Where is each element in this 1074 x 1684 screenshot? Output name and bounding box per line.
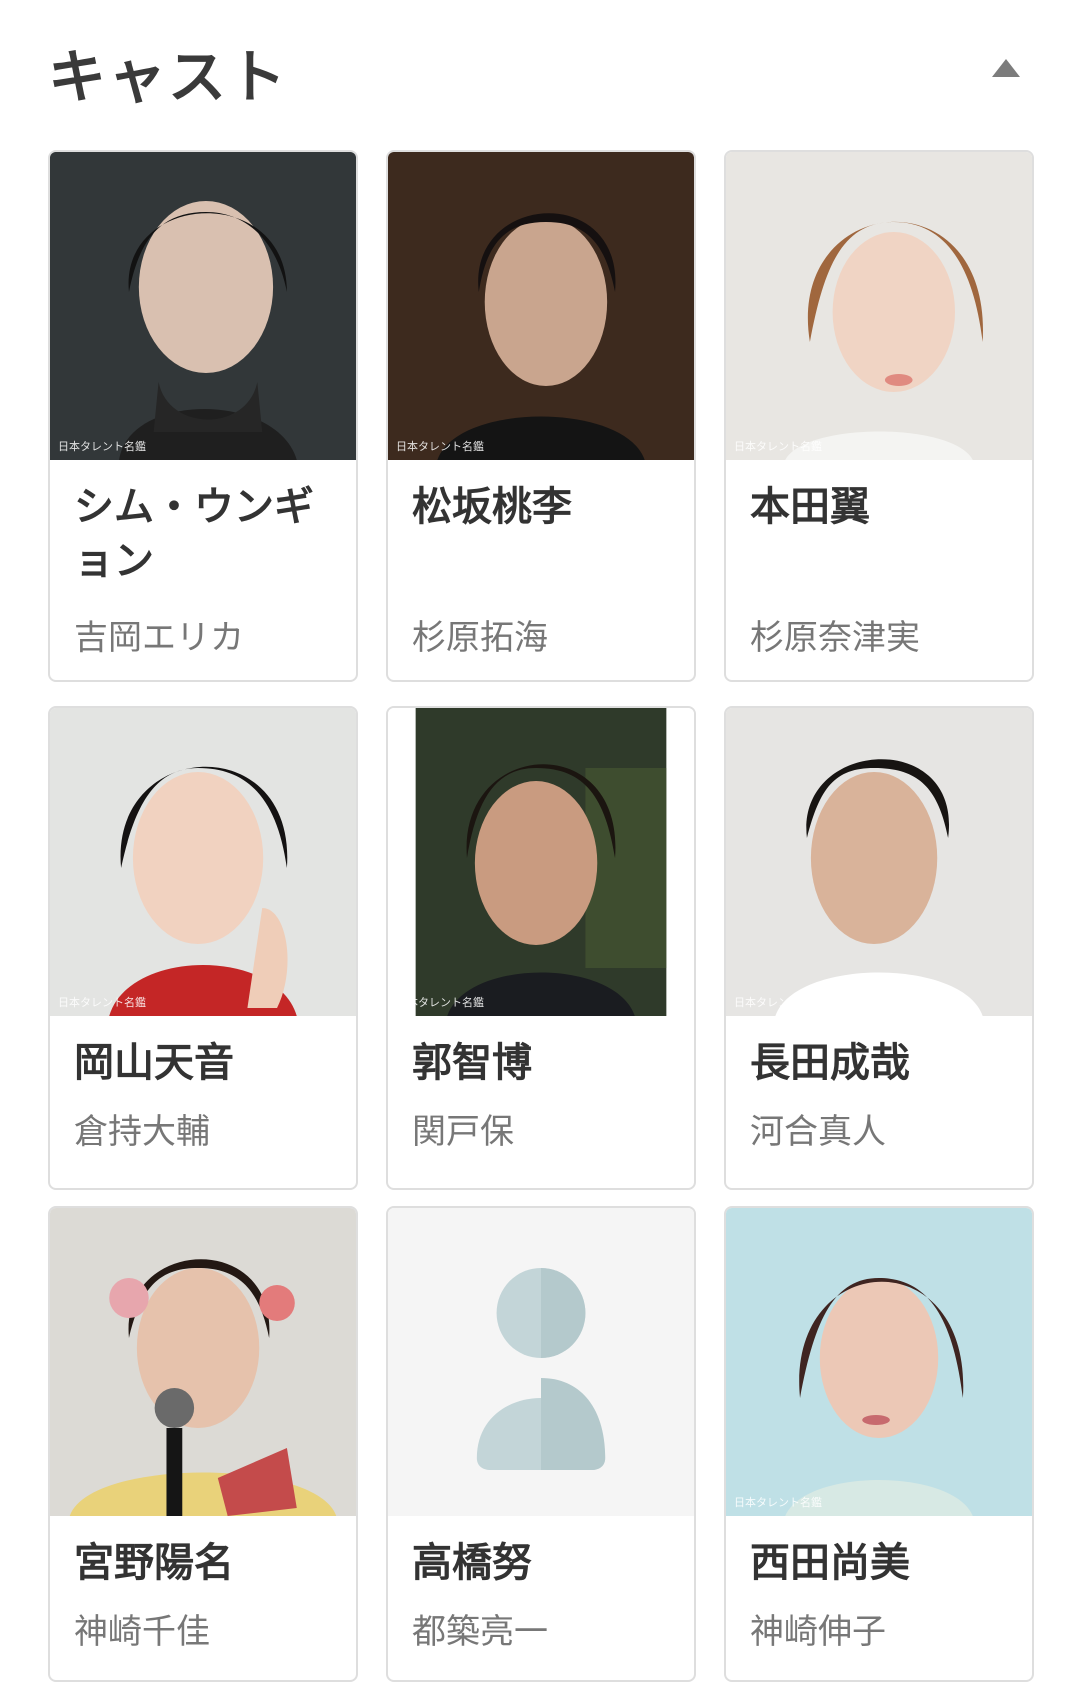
role-name: 神崎千佳 [74,1612,210,1652]
role-name: 倉持大輔 [74,1112,210,1152]
watermark: 日本タレント名鑑 [734,996,822,1009]
cast-card[interactable]: 日本タレント名鑑 長田成哉 河合真人 [724,706,1034,1190]
cast-photo: 日本タレント名鑑 [726,152,1032,460]
role-name: 関戸保 [412,1112,514,1152]
role-name: 河合真人 [750,1112,886,1152]
role-name: 神崎伸子 [750,1612,886,1652]
chevron-up-icon [992,59,1020,77]
collapse-button[interactable] [986,52,1026,84]
actor-name: 岡山天音 [74,1040,234,1086]
actor-name: 宮野陽名 [74,1540,234,1586]
cast-photo-placeholder [388,1208,694,1516]
actor-name: 西田尚美 [750,1540,910,1586]
cast-photo: 日本タレント名鑑 [388,708,694,1016]
actor-name: 高橋努 [412,1540,532,1586]
person-placeholder-icon [388,1208,694,1516]
role-name: 杉原拓海 [412,618,548,658]
actor-name: 長田成哉 [750,1040,910,1086]
role-name: 杉原奈津実 [750,618,920,658]
cast-card[interactable]: 日本タレント名鑑 本田翼 杉原奈津実 [724,150,1034,682]
actor-name: シム・ウンギョン [74,484,314,584]
watermark: 日本タレント名鑑 [396,440,484,453]
watermark: 日本タレント名鑑 [396,996,484,1009]
cast-photo: 日本タレント名鑑 [50,152,356,460]
section-title: キャスト [48,43,289,111]
watermark: 日本タレント名鑑 [734,1496,822,1509]
cast-photo [50,1208,356,1516]
watermark: 日本タレント名鑑 [734,440,822,453]
cast-photo: 日本タレント名鑑 [388,152,694,460]
cast-card[interactable]: 日本タレント名鑑 シム・ウンギョン 吉岡エリカ [48,150,358,682]
cast-photo: 日本タレント名鑑 [726,708,1032,1016]
actor-name: 郭智博 [412,1040,532,1086]
cast-photo: 日本タレント名鑑 [50,708,356,1016]
cast-photo: 日本タレント名鑑 [726,1208,1032,1516]
actor-name: 本田翼 [750,484,870,530]
watermark: 日本タレント名鑑 [58,440,146,453]
watermark: 日本タレント名鑑 [58,996,146,1009]
role-name: 吉岡エリカ [74,618,244,658]
cast-card[interactable]: 日本タレント名鑑 郭智博 関戸保 [386,706,696,1190]
cast-card[interactable]: 高橋努 都築亮一 [386,1206,696,1682]
cast-card[interactable]: 日本タレント名鑑 岡山天音 倉持大輔 [48,706,358,1190]
actor-name: 松坂桃李 [412,484,572,530]
role-name: 都築亮一 [412,1612,548,1652]
cast-card[interactable]: 日本タレント名鑑 松坂桃李 杉原拓海 [386,150,696,682]
cast-card[interactable]: 日本タレント名鑑 西田尚美 神崎伸子 [724,1206,1034,1682]
cast-card[interactable]: 宮野陽名 神崎千佳 [48,1206,358,1682]
cast-section-header: キャスト [0,0,1074,140]
